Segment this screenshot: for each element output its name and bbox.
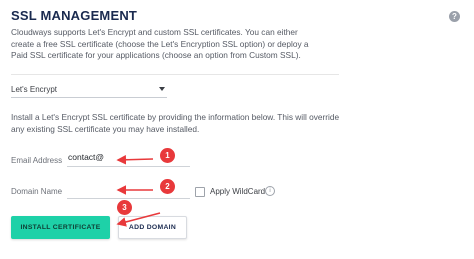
annotation-badge-1: 1 [160,148,175,163]
annotation-arrow-1 [116,154,154,165]
annotation-overlay [116,154,161,227]
annotation-badge-3: 3 [117,200,132,215]
annotation-badge-2: 2 [160,179,175,194]
